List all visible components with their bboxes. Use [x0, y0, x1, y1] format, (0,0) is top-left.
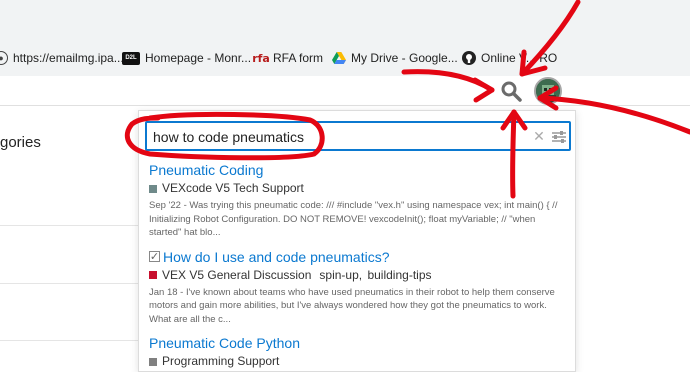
bookmark-label: https://emailmg.ipa...	[13, 51, 124, 65]
search-button[interactable]	[496, 76, 526, 106]
bookmark-emailmg[interactable]: ● https://emailmg.ipa...	[0, 50, 124, 66]
robot-avatar-icon	[536, 79, 560, 103]
avatar[interactable]	[534, 77, 562, 105]
categories-heading[interactable]: gories	[0, 134, 41, 151]
globe-icon: ●	[0, 51, 8, 65]
category-name: VEXcode V5 Tech Support	[162, 181, 304, 195]
search-input[interactable]	[153, 127, 513, 147]
site-header	[0, 76, 690, 106]
divider	[0, 340, 140, 341]
bookmark-label: Online V... RO	[481, 51, 558, 65]
search-panel: ✕ Pneumatic Coding VEXcode V5 Tech Suppo…	[138, 110, 576, 372]
tag[interactable]: building-tips	[367, 268, 431, 282]
divider	[0, 225, 140, 226]
tag[interactable]: spin-up,	[319, 268, 362, 282]
bookmark-label: Homepage - Monr...	[145, 51, 252, 65]
category-name: Programming Support	[162, 354, 280, 368]
search-result[interactable]: ✓ How do I use and code pneumatics? VEX …	[149, 248, 569, 327]
search-icon	[501, 81, 522, 102]
result-tags: spin-up, building-tips	[319, 267, 433, 284]
category-color-square	[149, 184, 157, 193]
result-title[interactable]: ✓ How do I use and code pneumatics?	[149, 248, 569, 266]
result-title-text: How do I use and code pneumatics?	[163, 248, 390, 265]
bookmark-rfa-form[interactable]: rfa RFA form	[252, 50, 324, 66]
result-blurb: Sep '22 - Was trying this pneumatic code…	[149, 200, 558, 238]
result-category[interactable]: VEX V5 General Discussion spin-up, build…	[149, 267, 569, 284]
rfa-logo-icon: rfa	[252, 51, 270, 65]
category-color-square	[149, 271, 157, 279]
bookmarks-bar: ● https://emailmg.ipa... D2L Homepage - …	[0, 0, 690, 76]
bookmark-my-drive[interactable]: My Drive - Google...	[332, 50, 458, 66]
divider	[0, 283, 140, 284]
bookmark-label: RFA form	[273, 51, 324, 65]
result-title[interactable]: Pneumatic Code Python	[149, 334, 569, 352]
sliders-icon[interactable]	[551, 129, 567, 145]
close-icon[interactable]: ✕	[531, 127, 547, 145]
search-result[interactable]: Pneumatic Code Python Programming Suppor…	[149, 334, 569, 370]
google-drive-icon	[332, 51, 346, 65]
d2l-logo-icon: D2L	[122, 51, 140, 65]
result-title[interactable]: Pneumatic Coding	[149, 161, 569, 179]
github-icon	[462, 51, 476, 65]
result-category[interactable]: Programming Support	[149, 353, 569, 370]
search-field: ✕	[145, 121, 571, 151]
search-result[interactable]: Pneumatic Coding VEXcode V5 Tech Support…	[149, 161, 569, 240]
category-color-square	[149, 357, 157, 366]
search-results: Pneumatic Coding VEXcode V5 Tech Support…	[149, 161, 569, 372]
category-name: VEX V5 General Discussion	[162, 267, 312, 282]
result-blurb: Jan 18 - I've known about teams who have…	[149, 286, 555, 325]
bookmark-homepage[interactable]: D2L Homepage - Monr...	[122, 50, 251, 66]
result-category[interactable]: VEXcode V5 Tech Support	[149, 180, 569, 197]
bookmark-online[interactable]: Online V... RO	[462, 50, 557, 66]
bookmark-label: My Drive - Google...	[351, 51, 458, 65]
solved-check-icon: ✓	[149, 250, 160, 263]
